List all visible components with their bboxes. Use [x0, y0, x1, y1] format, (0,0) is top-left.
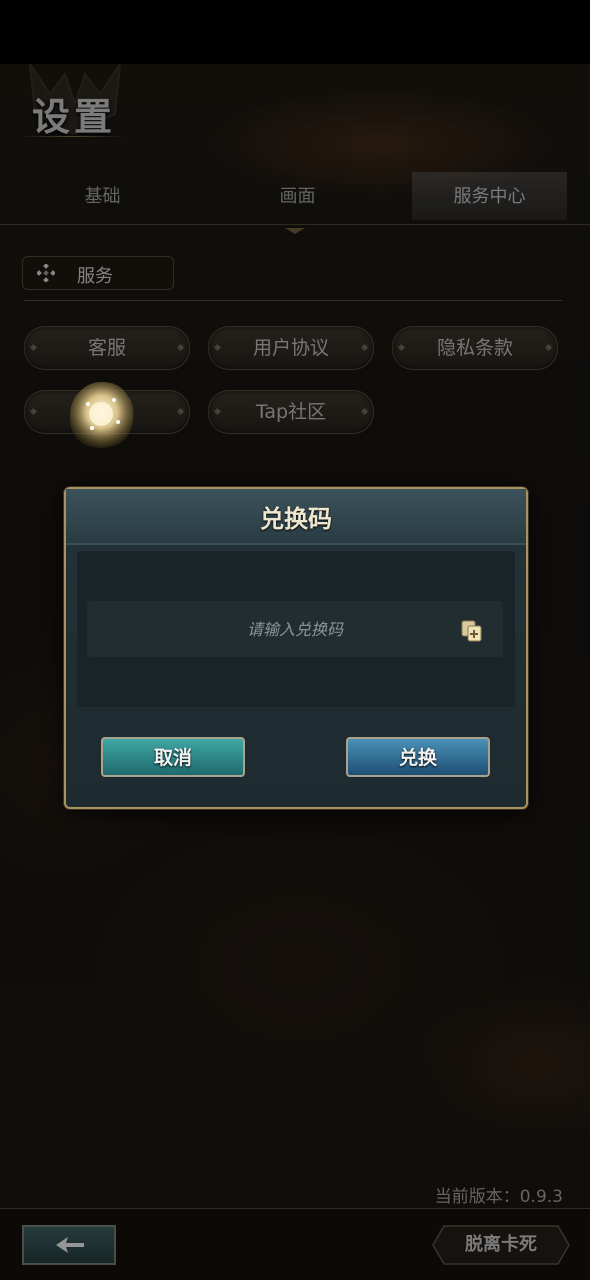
- paste-icon[interactable]: [461, 620, 483, 642]
- dialog-header: 兑换码: [66, 489, 526, 545]
- cancel-button[interactable]: 取消: [101, 737, 245, 777]
- redeem-button[interactable]: 兑换: [346, 737, 490, 777]
- dialog-body: [77, 551, 515, 707]
- dialog-title: 兑换码: [260, 504, 332, 533]
- redeem-code-input[interactable]: [87, 601, 503, 657]
- settings-screen: 设置 基础 画面 服务中心 服务 客服 用户协议 隐私条款 Tap社区 当前版本…: [0, 64, 590, 1280]
- floating-assistant-orb-icon[interactable]: [64, 378, 138, 452]
- redeem-code-dialog: 兑换码 取消 兑换: [64, 487, 528, 809]
